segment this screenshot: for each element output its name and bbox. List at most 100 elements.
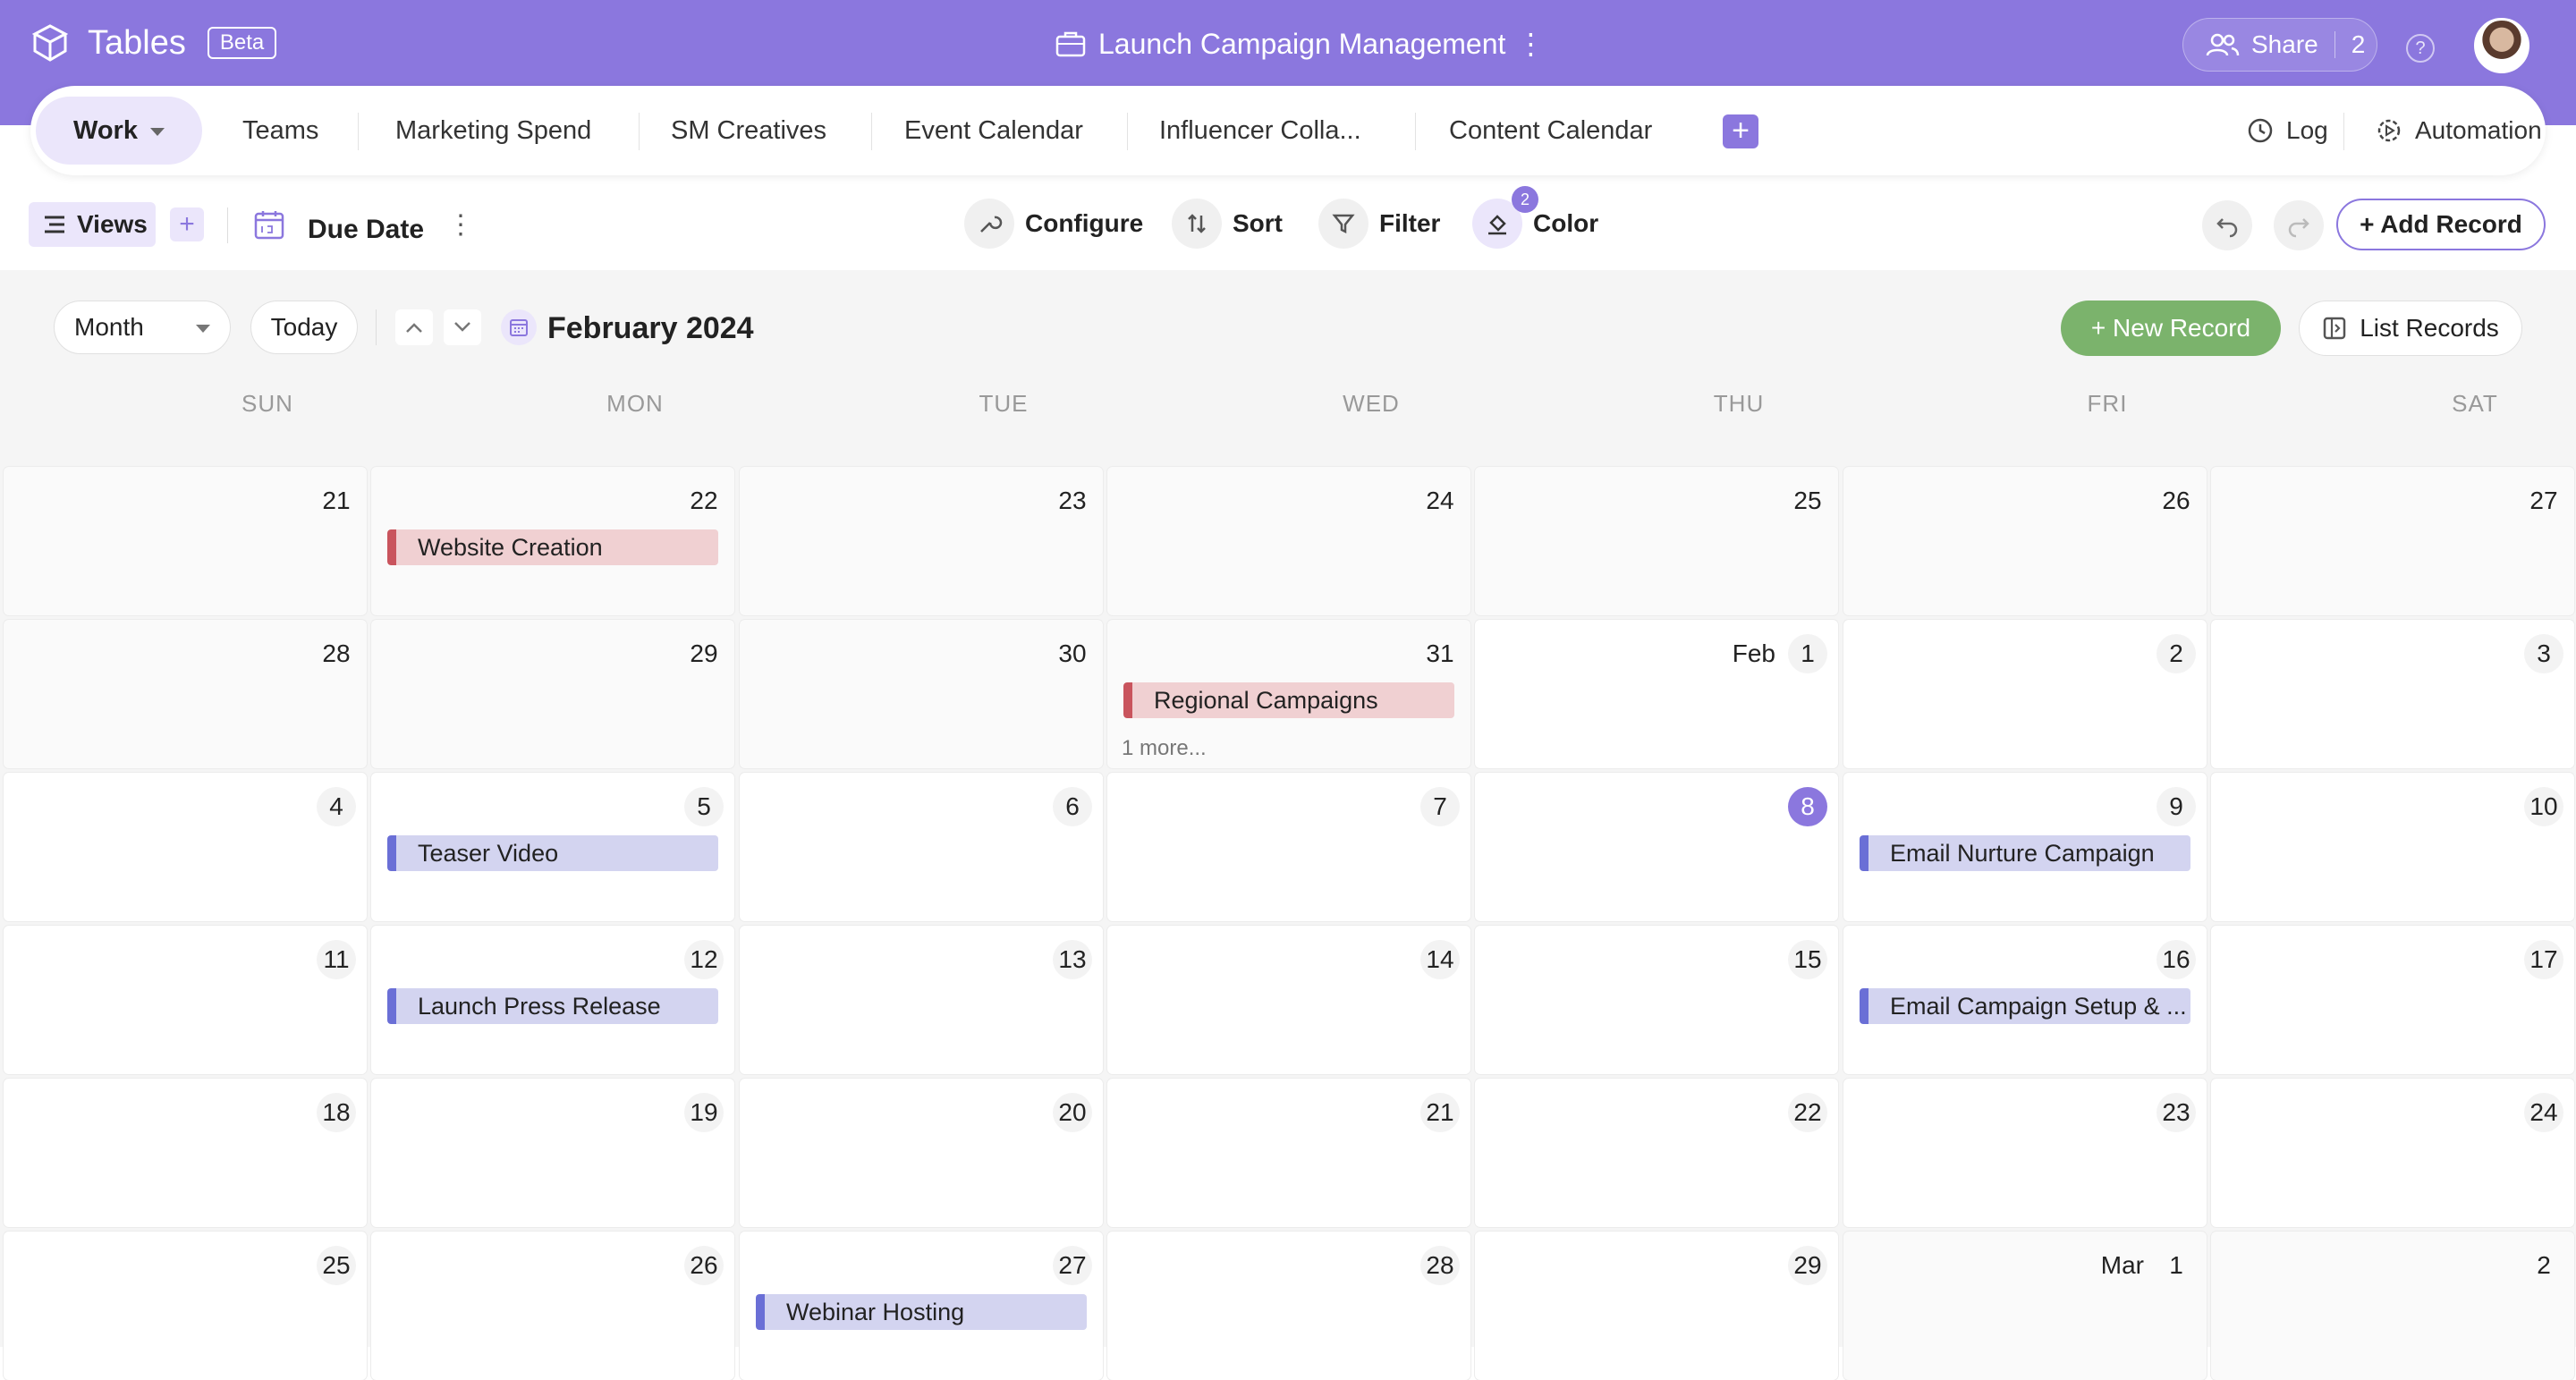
document-menu-icon[interactable]: ⋮ xyxy=(1516,27,1543,61)
day-cell[interactable]: 1Feb xyxy=(1475,620,1838,768)
day-cell[interactable]: 3 xyxy=(2211,620,2574,768)
day-cell[interactable]: 6 xyxy=(740,773,1103,921)
brand[interactable]: Tables Beta xyxy=(32,23,276,63)
event-chip[interactable]: Webinar Hosting xyxy=(756,1294,1087,1330)
day-cell[interactable]: 24 xyxy=(2211,1079,2574,1227)
weekday-wed: WED xyxy=(1188,390,1555,418)
calendar-mode-select[interactable]: Month xyxy=(54,301,231,354)
day-cell[interactable]: 24 xyxy=(1107,467,1470,615)
user-avatar[interactable] xyxy=(2474,18,2529,73)
event-chip[interactable]: Email Campaign Setup & ... xyxy=(1860,988,2190,1024)
help-icon[interactable]: ? xyxy=(2406,34,2435,63)
views-button[interactable]: Views xyxy=(29,202,156,247)
day-cell[interactable]: 15 xyxy=(1475,926,1838,1074)
today-button[interactable]: Today xyxy=(250,301,358,354)
day-cell[interactable]: 25 xyxy=(4,1232,367,1380)
day-cell[interactable]: 7 xyxy=(1107,773,1470,921)
paint-bucket-icon xyxy=(1484,210,1511,237)
day-cell[interactable]: 28 xyxy=(4,620,367,768)
more-events-link[interactable]: 1 more... xyxy=(1122,736,1207,761)
day-cell[interactable]: 26 xyxy=(371,1232,734,1380)
day-cell[interactable]: 17 xyxy=(2211,926,2574,1074)
date-number: 22 xyxy=(1788,1093,1827,1132)
month-picker-button[interactable] xyxy=(501,309,537,345)
day-cell[interactable]: 18 xyxy=(4,1079,367,1227)
filter-button[interactable]: Filter xyxy=(1318,199,1440,249)
day-cell[interactable]: 22Website Creation xyxy=(371,467,734,615)
day-cell[interactable]: 4 xyxy=(4,773,367,921)
event-chip[interactable]: Teaser Video xyxy=(387,835,718,871)
log-button[interactable]: Log xyxy=(2247,86,2328,175)
day-cell[interactable]: 8 xyxy=(1475,773,1838,921)
add-view-button[interactable]: + xyxy=(170,207,204,241)
sort-label: Sort xyxy=(1233,209,1283,238)
tab-influencer-collab[interactable]: Influencer Colla... xyxy=(1159,86,1361,175)
day-cell[interactable]: 21 xyxy=(1107,1079,1470,1227)
event-chip[interactable]: Website Creation xyxy=(387,529,718,565)
toolbar-divider xyxy=(227,207,228,243)
views-label: Views xyxy=(77,210,148,239)
tab-teams[interactable]: Teams xyxy=(242,86,318,175)
day-cell[interactable]: 9Email Nurture Campaign xyxy=(1843,773,2207,921)
date-number: 27 xyxy=(2524,481,2563,521)
day-cell[interactable]: 27 Webinar Hosting xyxy=(740,1232,1103,1380)
day-cell[interactable]: 2 xyxy=(1843,620,2207,768)
day-cell[interactable]: 2 xyxy=(2211,1232,2574,1380)
day-cell[interactable]: 13 xyxy=(740,926,1103,1074)
redo-icon xyxy=(2285,212,2312,239)
day-cell[interactable]: 22 xyxy=(1475,1079,1838,1227)
day-cell[interactable]: 23 xyxy=(1843,1079,2207,1227)
day-cell[interactable]: 25 xyxy=(1475,467,1838,615)
date-number: 27 xyxy=(1053,1246,1092,1285)
day-cell[interactable]: 30 xyxy=(740,620,1103,768)
add-record-button[interactable]: + Add Record xyxy=(2336,199,2546,250)
day-cell[interactable]: 29 xyxy=(371,620,734,768)
new-record-button[interactable]: + New Record xyxy=(2061,301,2281,356)
tab-sm-creatives[interactable]: SM Creatives xyxy=(671,86,826,175)
day-cell[interactable]: 16Email Campaign Setup & ... xyxy=(1843,926,2207,1074)
current-view-name[interactable]: Due Date xyxy=(308,215,424,245)
previous-month-button[interactable] xyxy=(395,309,433,345)
day-cell[interactable]: 20 xyxy=(740,1079,1103,1227)
day-cell[interactable]: 12Launch Press Release xyxy=(371,926,734,1074)
day-cell[interactable]: 5Teaser Video xyxy=(371,773,734,921)
redo-button[interactable] xyxy=(2274,200,2324,250)
day-cell[interactable]: 14 xyxy=(1107,926,1470,1074)
chevron-down-icon xyxy=(453,321,472,334)
view-menu-icon[interactable]: ⋮ xyxy=(447,209,472,241)
day-cell[interactable]: 26 xyxy=(1843,467,2207,615)
undo-button[interactable] xyxy=(2202,200,2252,250)
event-chip[interactable]: Regional Campaigns xyxy=(1123,682,1454,718)
list-records-button[interactable]: List Records xyxy=(2299,301,2522,356)
document-title[interactable]: Launch Campaign Management ⋮ xyxy=(1055,27,1543,61)
day-cell[interactable]: 29 xyxy=(1475,1232,1838,1380)
tab-work[interactable]: Work xyxy=(36,97,202,165)
automation-button[interactable]: Automation xyxy=(2376,86,2542,175)
day-cell[interactable]: 19 xyxy=(371,1079,734,1227)
date-number: 15 xyxy=(1788,940,1827,979)
event-chip[interactable]: Email Nurture Campaign xyxy=(1860,835,2190,871)
tab-marketing-spend[interactable]: Marketing Spend xyxy=(395,86,591,175)
day-cell[interactable]: 11 xyxy=(4,926,367,1074)
day-cell[interactable]: 21 xyxy=(4,467,367,615)
tab-content-calendar[interactable]: Content Calendar xyxy=(1449,86,1652,175)
day-cell[interactable]: 1Mar xyxy=(1843,1232,2207,1380)
date-number: 29 xyxy=(684,634,724,673)
day-cell[interactable]: 10 xyxy=(2211,773,2574,921)
tab-event-calendar[interactable]: Event Calendar xyxy=(904,86,1083,175)
sort-button[interactable]: Sort xyxy=(1172,199,1283,249)
add-table-button[interactable]: + xyxy=(1723,114,1758,148)
day-cell[interactable]: 31Regional Campaigns1 more... xyxy=(1107,620,1470,768)
chevron-up-icon xyxy=(404,321,424,334)
day-cell[interactable]: 23 xyxy=(740,467,1103,615)
date-number: 24 xyxy=(2524,1093,2563,1132)
date-number: 24 xyxy=(1420,481,1460,521)
date-number: 25 xyxy=(1788,481,1827,521)
next-month-button[interactable] xyxy=(444,309,481,345)
configure-button[interactable]: Configure xyxy=(964,199,1143,249)
day-cell[interactable]: 28 xyxy=(1107,1232,1470,1380)
day-cell[interactable]: 27 xyxy=(2211,467,2574,615)
event-chip[interactable]: Launch Press Release xyxy=(387,988,718,1024)
tab-divider xyxy=(639,113,640,150)
share-button[interactable]: Share 2 xyxy=(2182,18,2377,72)
